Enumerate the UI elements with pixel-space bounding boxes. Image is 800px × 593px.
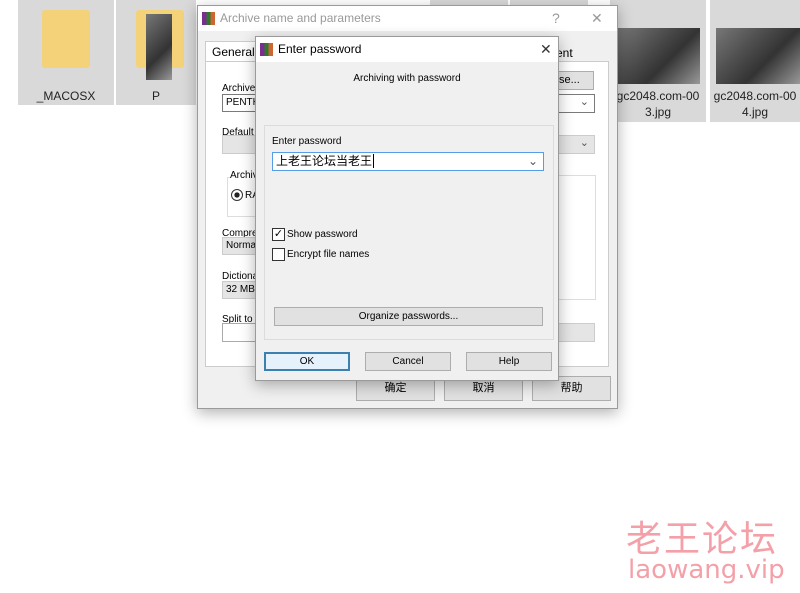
encrypt-file-names-checkbox[interactable] [272,248,285,261]
dialog-heading: Archiving with password [353,73,461,84]
organize-passwords-button[interactable]: Organize passwords... [274,307,543,326]
radio-rar[interactable] [231,189,243,201]
item-label: _MACOSX [36,89,96,103]
show-password-checkbox[interactable]: ✓ [272,228,285,241]
item-label-line1: gc2048.com-00 [616,89,700,103]
tab-comment[interactable]: ent [556,43,586,63]
ok-button[interactable]: OK [264,352,350,371]
password-dialog: Enter password ✕ Archiving with password… [255,36,559,381]
browse-button[interactable]: se... [554,71,594,90]
image-thumbnail [716,28,800,84]
chevron-down-icon[interactable]: ⌄ [528,153,538,170]
close-icon[interactable]: ✕ [540,37,552,62]
watermark-url: laowang.vip [628,555,785,585]
password-value: 上老王论坛当老王 [276,154,373,168]
show-password-label: Show password [287,229,358,240]
archive-format-label: Archiv [230,170,258,181]
encrypt-file-names-label: Encrypt file names [287,249,370,260]
title-bar: Enter password ✕ [256,37,558,62]
item-label-line2: 3.jpg [644,105,672,119]
item-label-line1: gc2048.com-00 [713,89,797,103]
dialog-title: Archive name and parameters [220,11,381,25]
item-label: P [151,89,160,103]
cancel-button[interactable]: Cancel [365,352,451,371]
title-bar: Archive name and parameters ? ✕ [198,6,617,31]
image-item-3[interactable]: gc2048.com-00 3.jpg [610,0,706,122]
folder-icon [42,10,90,68]
image-item-4[interactable]: gc2048.com-00 4.jpg [710,0,800,122]
item-label-line2: 4.jpg [741,105,769,119]
close-icon[interactable]: ✕ [591,6,603,31]
set-password-button[interactable] [556,323,595,342]
help-button[interactable]: Help [466,352,552,371]
folder-item-macosx[interactable]: _MACOSX [18,0,114,105]
folder-item-p[interactable]: P [116,0,196,105]
password-input[interactable]: 上老王论坛当老王 ⌄ [272,152,544,171]
archive-name-label: Archive [222,83,256,94]
password-label: Enter password [272,136,342,147]
help-button[interactable]: ? [552,6,560,31]
dialog-title: Enter password [278,42,362,56]
tab-general[interactable]: General [205,41,257,62]
options-box [556,175,596,300]
image-thumbnail [618,28,700,84]
update-mode-select[interactable]: ⌄ [556,94,595,113]
folder-preview-image [146,14,172,80]
archiving-options-select[interactable]: ⌄ [556,135,595,154]
winrar-icon [260,43,273,56]
winrar-icon [202,12,215,25]
